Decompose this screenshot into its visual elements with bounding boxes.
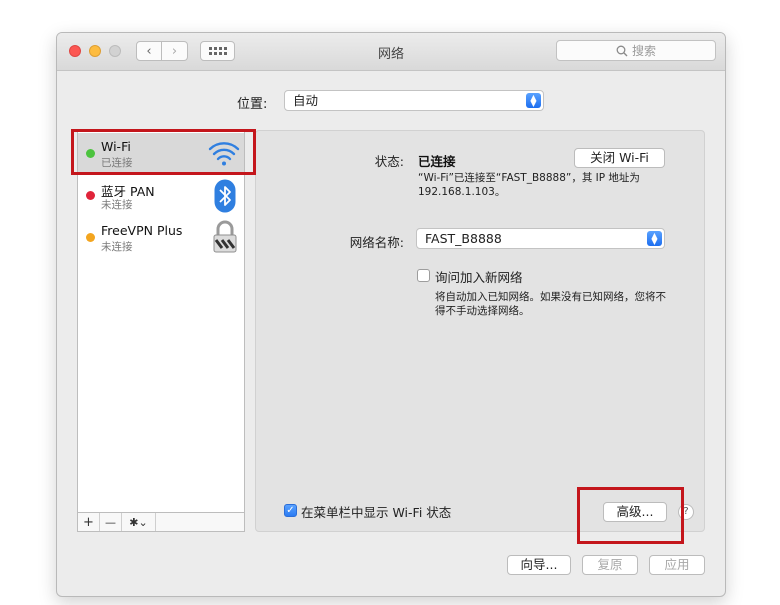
- remove-service-button[interactable]: —: [100, 513, 122, 531]
- search-icon: [616, 45, 628, 56]
- status-description-line: 192.168.1.103。: [418, 186, 506, 198]
- search-field[interactable]: 搜索: [556, 40, 716, 61]
- show-menubar-checkbox[interactable]: ✓: [284, 504, 297, 517]
- service-list-toolbar: + — ✱⌄: [77, 513, 245, 532]
- service-detail-panel: 状态: 已连接 关闭 Wi-Fi “Wi-Fi”已连接至“FAST_B8888”…: [255, 130, 705, 532]
- highlight-box-wifi: [71, 129, 256, 175]
- apply-button[interactable]: 应用: [649, 555, 705, 575]
- status-value: 已连接: [418, 154, 456, 169]
- network-name-select[interactable]: FAST_B8888 ▲ ▼: [416, 228, 665, 249]
- vpn-lock-icon: [213, 220, 237, 253]
- ask-join-checkbox[interactable]: [417, 269, 430, 282]
- search-placeholder: 搜索: [631, 44, 656, 58]
- network-name-value: FAST_B8888: [425, 231, 502, 246]
- service-list: Wi-Fi 已连接 蓝牙 PAN 未连接 FreeVPN Plus 未连接: [77, 130, 245, 513]
- minus-icon: —: [105, 515, 116, 529]
- status-dot-inactive: [86, 233, 95, 242]
- status-description: “Wi-Fi”已连接至“FAST_B8888”，其 IP 地址为 192.168…: [418, 171, 640, 199]
- ask-join-description-line: 将自动加入已知网络。如果没有已知网络，您将不: [435, 291, 666, 303]
- service-status: 未连接: [101, 241, 133, 253]
- highlight-box-advanced: [577, 487, 684, 544]
- assistant-button[interactable]: 向导...: [507, 555, 571, 575]
- ask-join-label: 询问加入新网络: [435, 270, 523, 285]
- location-value: 自动: [293, 93, 319, 108]
- ask-join-description: 将自动加入已知网络。如果没有已知网络，您将不 得不手动选择网络。: [435, 290, 666, 318]
- status-label: 状态:: [374, 154, 404, 169]
- bluetooth-icon: [214, 179, 236, 213]
- service-item-freevpn[interactable]: FreeVPN Plus 未连接: [78, 217, 244, 259]
- gear-icon: ✱⌄: [129, 515, 148, 529]
- service-status: 未连接: [101, 199, 133, 211]
- action-menu-button[interactable]: ✱⌄: [122, 513, 156, 531]
- select-stepper-icon: ▲ ▼: [526, 93, 541, 108]
- status-dot-disconnected: [86, 191, 95, 200]
- service-name: FreeVPN Plus: [101, 223, 183, 238]
- status-description-line: “Wi-Fi”已连接至“FAST_B8888”，其 IP 地址为: [418, 172, 640, 184]
- add-service-button[interactable]: +: [78, 513, 100, 531]
- select-stepper-icon: ▲ ▼: [647, 231, 662, 246]
- title-bar: ‹ › 网络 搜索: [57, 33, 725, 71]
- ask-join-description-line: 得不手动选择网络。: [435, 305, 530, 317]
- service-item-bluetooth-pan[interactable]: 蓝牙 PAN 未连接: [78, 175, 244, 217]
- network-name-label: 网络名称:: [349, 235, 404, 250]
- show-menubar-label: 在菜单栏中显示 Wi-Fi 状态: [301, 505, 452, 520]
- plus-icon: +: [83, 514, 94, 530]
- location-label: 位置:: [237, 97, 268, 112]
- turn-off-wifi-button[interactable]: 关闭 Wi-Fi: [574, 148, 665, 168]
- location-select[interactable]: 自动 ▲ ▼: [284, 90, 544, 111]
- revert-button[interactable]: 复原: [582, 555, 638, 575]
